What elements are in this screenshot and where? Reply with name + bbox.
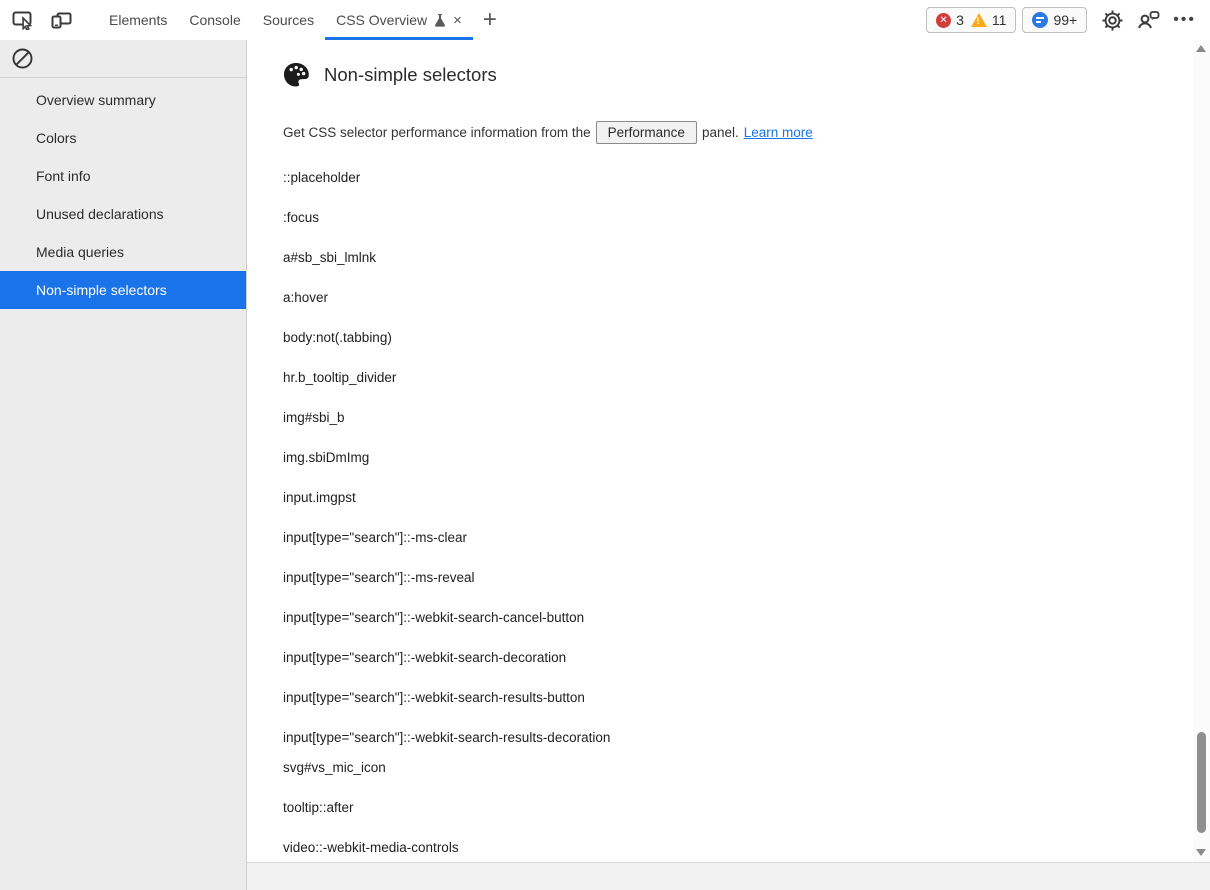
issues-count: 99+ [1032,12,1077,28]
warning-count-value: 11 [992,12,1007,28]
non-simple-selectors-panel: Non-simple selectors Get CSS selector pe… [248,40,1193,862]
selector-row: hr.b_tooltip_divider [283,368,1193,388]
sidebar-toolbar [0,40,246,78]
tab-css-overview[interactable]: CSS Overview × [325,0,473,40]
tab-console[interactable]: Console [178,0,251,40]
toolbar-right-cluster: ✕ 3 11 99+ [926,5,1210,35]
issues-badge[interactable]: 99+ [1022,7,1087,33]
issues-icon [1032,12,1048,28]
selector-row: body:not(.tabbing) [283,328,1193,348]
sidebar-item-overview-summary[interactable]: Overview summary [0,81,246,119]
selector-row: tooltip::after [283,798,1193,818]
selector-row: a#sb_sbi_lmlnk [283,248,1193,268]
selector-row: video::-webkit-media-controls [283,838,1193,858]
warning-count: 11 [971,12,1007,28]
warning-icon [971,13,987,27]
device-toolbar-icon[interactable] [46,5,76,35]
more-options-icon[interactable]: ••• [1169,11,1200,29]
issues-count-value: 99+ [1053,12,1077,28]
selector-row: :focus [283,208,1193,228]
selector-row: img#sbi_b [283,408,1193,428]
learn-more-link[interactable]: Learn more [744,125,813,140]
sidebar-nav: Overview summary Colors Font info Unused… [0,78,246,309]
scroll-up-arrow-icon[interactable] [1196,45,1206,52]
selector-row: ::placeholder [283,168,1193,188]
sidebar-item-label: Overview summary [36,92,156,108]
panel-tabs: Elements Console Sources CSS Overview × … [98,0,507,40]
performance-hint: Get CSS selector performance information… [283,121,1193,144]
tab-elements[interactable]: Elements [98,0,178,40]
selector-row: a:hover [283,288,1193,308]
sidebar-item-label: Unused declarations [36,206,164,222]
sidebar-item-font-info[interactable]: Font info [0,157,246,195]
selector-row: input[type="search"]::-webkit-search-dec… [283,648,1193,668]
sidebar-item-colors[interactable]: Colors [0,119,246,157]
css-overview-sidebar: Overview summary Colors Font info Unused… [0,40,247,890]
errors-warnings-badge[interactable]: ✕ 3 11 [926,7,1016,33]
error-count: ✕ 3 [936,12,964,28]
scroll-down-arrow-icon[interactable] [1196,849,1206,856]
selector-row: input[type="search"]::-ms-clear [283,528,1193,548]
error-count-value: 3 [956,12,964,28]
selector-row: svg#vs_mic_icon [283,758,1193,778]
sidebar-item-label: Non-simple selectors [36,282,167,298]
selector-row: input[type="search"]::-webkit-search-res… [283,728,631,748]
close-tab-icon[interactable]: × [453,13,462,28]
selector-row: input[type="search"]::-webkit-search-can… [283,608,1193,628]
tab-sources[interactable]: Sources [252,0,325,40]
settings-gear-icon[interactable] [1097,5,1127,35]
error-icon: ✕ [936,13,951,28]
sidebar-item-unused-declarations[interactable]: Unused declarations [0,195,246,233]
hint-text-suffix: panel. [702,125,739,140]
tab-label: Sources [263,12,314,28]
hint-text-prefix: Get CSS selector performance information… [283,125,591,140]
experiment-beaker-icon [434,13,446,27]
selector-row: input.imgpst [283,488,1193,508]
tab-label: CSS Overview [336,12,427,28]
sidebar-item-label: Font info [36,168,90,184]
selector-row: input[type="search"]::-ms-reveal [283,568,1193,588]
devtools-toolbar: Elements Console Sources CSS Overview × … [0,0,1210,40]
selector-list: ::placeholder :focus a#sb_sbi_lmlnk a:ho… [283,168,1193,858]
performance-panel-button[interactable]: Performance [596,121,697,144]
palette-icon [283,62,310,88]
clear-overview-icon[interactable] [11,47,34,70]
more-tabs-icon[interactable]: + [473,0,507,40]
selector-row: input[type="search"]::-webkit-search-res… [283,688,1193,708]
tab-label: Elements [109,12,167,28]
tab-label: Console [189,12,240,28]
selector-row: img.sbiDmImg [283,448,1193,468]
sidebar-item-non-simple-selectors[interactable]: Non-simple selectors [0,271,246,309]
sidebar-item-media-queries[interactable]: Media queries [0,233,246,271]
vertical-scrollbar-thumb[interactable] [1197,732,1206,833]
sidebar-item-label: Colors [36,130,76,146]
section-title-row: Non-simple selectors [283,62,1193,88]
feedback-icon[interactable] [1133,5,1163,35]
sidebar-item-label: Media queries [36,244,124,260]
horizontal-scrollbar-track[interactable] [247,862,1210,890]
page-title: Non-simple selectors [324,64,497,86]
vertical-scrollbar[interactable] [1193,40,1210,862]
inspect-element-icon[interactable] [8,5,38,35]
